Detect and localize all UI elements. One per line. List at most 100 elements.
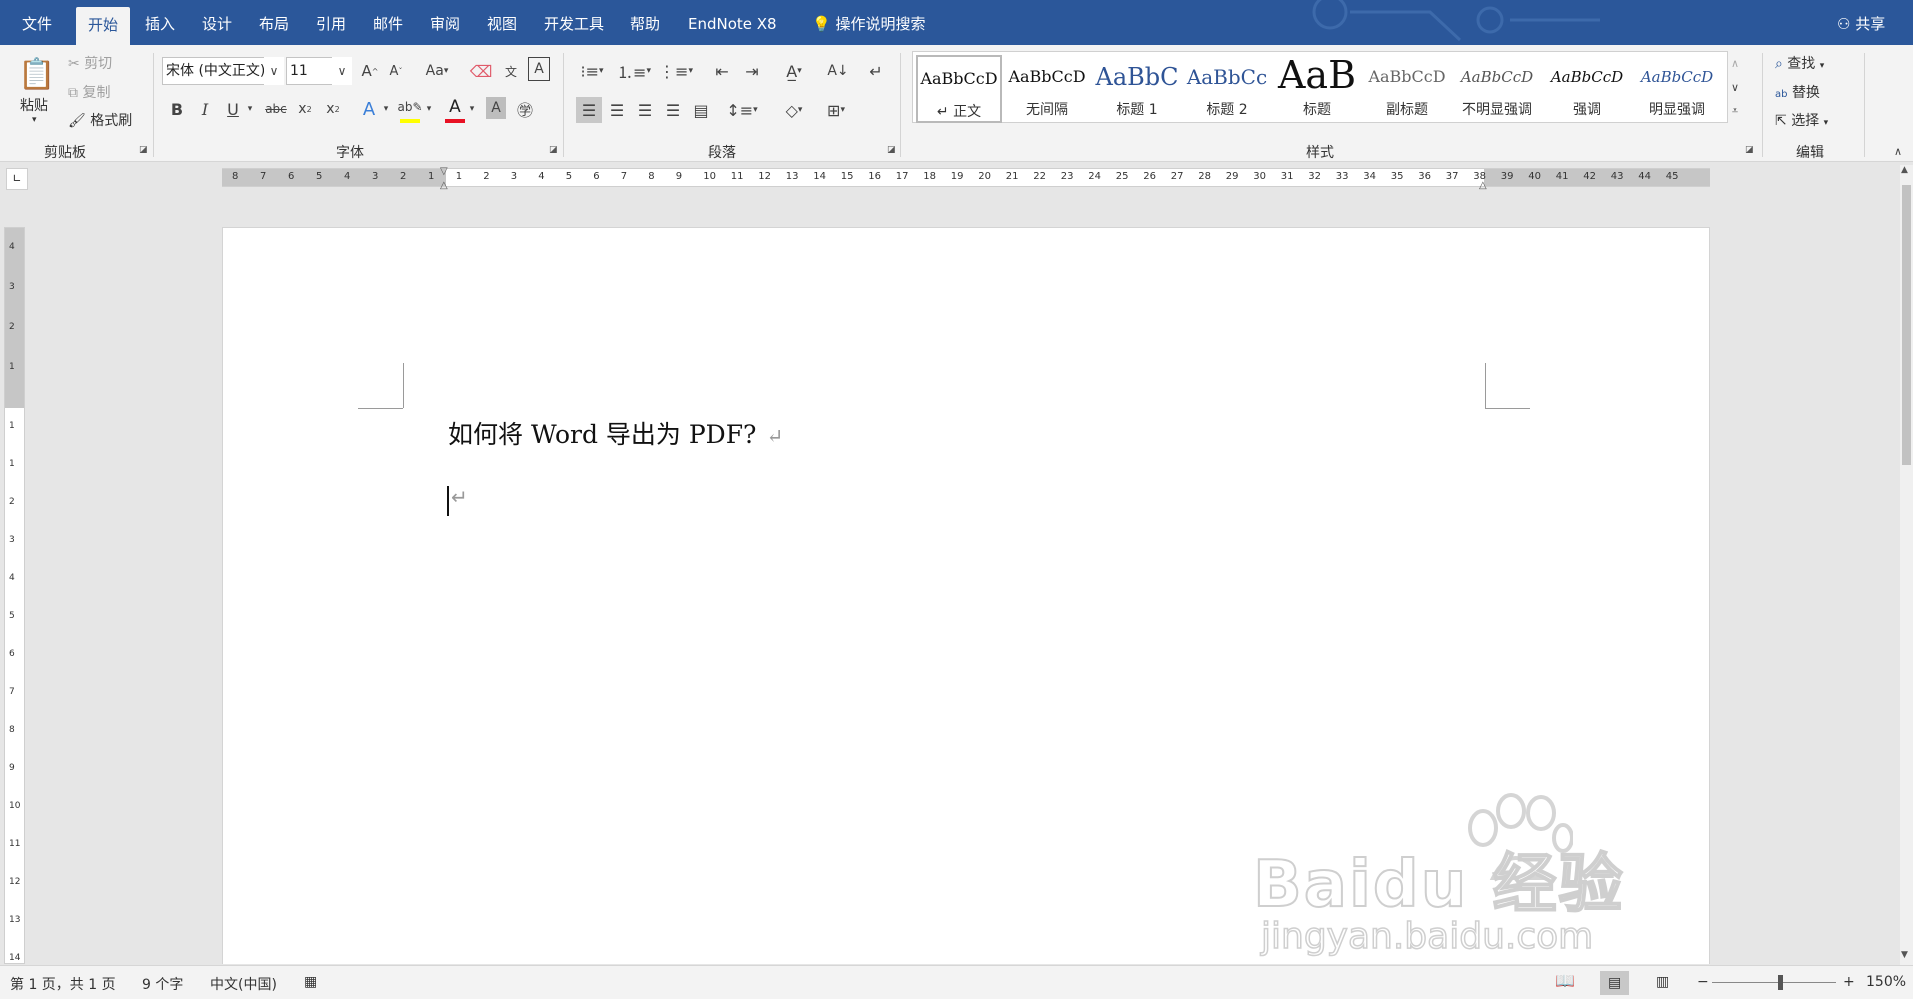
bullets-icon[interactable]: ⁝≡ ▾ [576, 59, 608, 83]
increase-indent-icon[interactable]: ⇥ [740, 59, 764, 83]
highlight-dropdown-icon[interactable]: ▾ [424, 97, 434, 121]
phonetic-guide-icon[interactable]: 文 [500, 59, 522, 83]
copy-button[interactable]: ⧉ 复制 [68, 82, 110, 102]
clear-format-icon[interactable]: ⌫ [470, 59, 493, 83]
highlight-icon[interactable]: ab✎ [397, 95, 422, 119]
print-layout-icon[interactable]: ▤ [1600, 971, 1630, 995]
macro-record-icon[interactable]: ▦ [304, 974, 317, 990]
subscript-icon[interactable]: x2 [294, 97, 316, 121]
vertical-scrollbar[interactable]: ▲ ▼ [1900, 165, 1913, 965]
multilevel-list-icon[interactable]: ⋮≡ ▾ [659, 59, 693, 83]
cut-button[interactable]: ✂ 剪切 [68, 53, 112, 73]
tab-layout[interactable]: 布局 [247, 0, 301, 45]
zoom-level[interactable]: 150% [1866, 974, 1906, 990]
chinese-layout-icon[interactable]: A̲ ▾ [778, 59, 810, 83]
tell-me-search[interactable]: 💡 操作说明搜索 [800, 0, 937, 45]
paragraph-launcher-icon[interactable]: ◪ [887, 145, 898, 156]
tab-design[interactable]: 设计 [190, 0, 244, 45]
character-shading-icon[interactable]: A [486, 97, 506, 119]
chevron-down-icon[interactable]: ∨ [1726, 77, 1744, 97]
enclose-characters-icon[interactable]: ㊫ [514, 97, 536, 121]
collapse-ribbon-icon[interactable]: ∧ [1890, 143, 1906, 159]
tab-review[interactable]: 审阅 [418, 0, 472, 45]
borders-icon[interactable]: ⊞ ▾ [818, 97, 854, 123]
tab-file[interactable]: 文件 [10, 0, 64, 45]
scroll-thumb[interactable] [1902, 185, 1911, 465]
tab-home[interactable]: 开始 [76, 7, 131, 45]
hanging-indent-marker[interactable]: △ [440, 180, 448, 191]
font-color-icon[interactable]: A [444, 95, 466, 119]
style-heading-1[interactable]: AaBbC 标题 1 [1094, 55, 1180, 123]
shading-icon[interactable]: ◇ ▾ [776, 97, 812, 123]
chevron-down-icon[interactable]: ∨ [264, 57, 284, 85]
distributed-icon[interactable]: ▤ [688, 97, 714, 123]
tab-mailings[interactable]: 邮件 [361, 0, 415, 45]
grow-font-icon[interactable]: A ^ [359, 59, 381, 83]
strikethrough-icon[interactable]: abc [262, 97, 290, 121]
tab-insert[interactable]: 插入 [133, 0, 187, 45]
numbering-icon[interactable]: ⒈≡ ▾ [617, 59, 651, 83]
font-launcher-icon[interactable]: ◪ [549, 145, 560, 156]
format-painter-button[interactable]: 🖌 格式刷 [68, 110, 132, 130]
zoom-in-icon[interactable]: + [1843, 974, 1855, 990]
align-left-icon[interactable]: ☰ [576, 97, 602, 123]
style-subtle-emphasis[interactable]: AaBbCcD 不明显强调 [1454, 55, 1540, 123]
italic-icon[interactable]: I [194, 97, 216, 121]
gallery-more-icon[interactable]: ⩡ [1726, 101, 1744, 121]
tab-endnote[interactable]: EndNote X8 [676, 0, 789, 45]
style-intense-emphasis[interactable]: AaBbCcD 明显强调 [1634, 55, 1720, 123]
paste-dropdown-icon[interactable]: ▾ [32, 115, 37, 125]
underline-dropdown-icon[interactable]: ▾ [244, 97, 256, 121]
change-case-button[interactable]: Aa ▾ [420, 59, 454, 83]
clipboard-launcher-icon[interactable]: ◪ [139, 145, 150, 156]
scroll-up-icon[interactable]: ▲ [1901, 165, 1908, 175]
tab-help[interactable]: 帮助 [618, 0, 672, 45]
font-color-dropdown-icon[interactable]: ▾ [467, 97, 477, 121]
zoom-slider-track[interactable] [1712, 982, 1836, 983]
word-count[interactable]: 9 个字 [142, 974, 183, 994]
horizontal-ruler[interactable]: 87654321 1 2 3 4 5 6 7 8 9 10 11 12 13 14 15 16 17 18 19 20… [222, 166, 1710, 191]
style-normal[interactable]: AaBbCcD ↵ 正文 [916, 55, 1002, 123]
style-heading-2[interactable]: AaBbCc 标题 2 [1184, 55, 1270, 123]
text-effects-dropdown-icon[interactable]: ▾ [381, 97, 391, 121]
zoom-slider-thumb[interactable] [1778, 975, 1783, 990]
first-line-indent-marker[interactable]: ▽ [440, 166, 448, 177]
document-page[interactable]: 如何将 Word 导出为 PDF? ↵ ↵ Baidu 经验 jingyan.ba… [222, 227, 1710, 964]
paste-button[interactable]: 粘贴 [20, 95, 48, 115]
share-button[interactable]: ⚇ 共享 [1825, 0, 1897, 45]
find-button[interactable]: ⌕ 查找 ▾ [1775, 53, 1824, 73]
styles-launcher-icon[interactable]: ◪ [1745, 145, 1756, 156]
align-center-icon[interactable]: ☰ [604, 97, 630, 123]
select-button[interactable]: ⇱ 选择 ▾ [1775, 110, 1828, 130]
right-indent-marker[interactable]: △ [1479, 180, 1487, 191]
clipboard-icon[interactable]: 📋 [18, 53, 56, 95]
decrease-indent-icon[interactable]: ⇤ [710, 59, 734, 83]
justify-icon[interactable]: ☰ [660, 97, 686, 123]
zoom-out-icon[interactable]: − [1697, 974, 1709, 990]
underline-icon[interactable]: U [222, 97, 244, 121]
language-status[interactable]: 中文(中国) [210, 974, 277, 994]
web-layout-icon[interactable]: ▥ [1656, 974, 1669, 990]
shrink-font-icon[interactable]: Aˇ [385, 59, 407, 83]
scroll-down-icon[interactable]: ▼ [1901, 950, 1908, 960]
tab-view[interactable]: 视图 [475, 0, 529, 45]
document-paragraph[interactable]: 如何将 Word 导出为 PDF? ↵ [448, 415, 783, 451]
style-subtitle[interactable]: AaBbCcD 副标题 [1364, 55, 1450, 123]
chevron-up-icon[interactable]: ∧ [1726, 53, 1744, 73]
style-emphasis[interactable]: AaBbCcD 强调 [1544, 55, 1630, 123]
page-count[interactable]: 第 1 页，共 1 页 [10, 974, 116, 994]
show-marks-icon[interactable]: ↵ [864, 59, 888, 83]
character-border-icon[interactable]: A [528, 57, 550, 81]
read-mode-icon[interactable]: 📖 [1555, 971, 1575, 990]
tab-references[interactable]: 引用 [304, 0, 358, 45]
tab-developer[interactable]: 开发工具 [532, 0, 616, 45]
style-title[interactable]: AaB 标题 [1274, 55, 1360, 123]
chevron-down-icon[interactable]: ∨ [332, 57, 352, 85]
tab-stop-selector-icon[interactable]: ∟ [6, 168, 28, 190]
sort-icon[interactable]: A↓ [826, 59, 850, 83]
style-no-spacing[interactable]: AaBbCcD 无间隔 [1004, 55, 1090, 123]
bold-icon[interactable]: B [166, 97, 188, 121]
vertical-ruler[interactable]: 4321 1 1 2 3 4 5 6 7 8 9 10 11 12 13 14 [4, 227, 25, 964]
superscript-icon[interactable]: x2 [322, 97, 344, 121]
replace-button[interactable]: ab 替换 [1775, 82, 1820, 102]
